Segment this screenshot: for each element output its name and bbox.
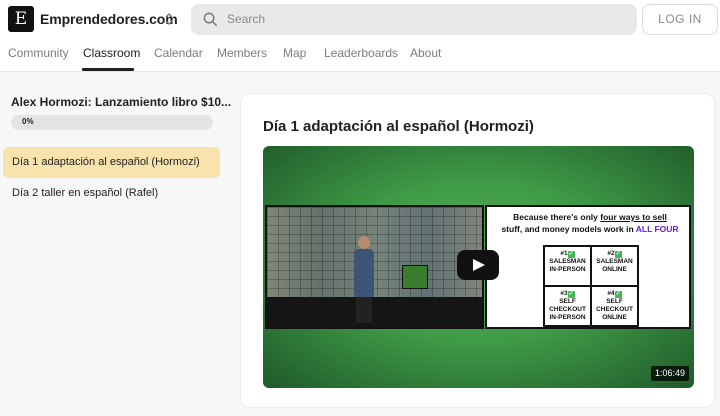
grid-cell: #2✓ SALESMAN ONLINE <box>591 246 638 286</box>
tab-map[interactable]: Map <box>283 46 306 60</box>
video-player[interactable]: Because there's only four ways to sell s… <box>263 146 694 388</box>
chevron-up-down-icon[interactable] <box>163 11 175 27</box>
grid-cell: #4✓ SELF CHECKOUT ONLINE <box>591 286 638 326</box>
check-icon: ✓ <box>567 251 575 258</box>
lesson-content-card: Día 1 adaptación al español (Hormozi) Be… <box>240 93 715 408</box>
tab-about[interactable]: About <box>410 46 441 60</box>
progress-percent: 0% <box>22 117 34 126</box>
search-input[interactable]: Search <box>191 4 637 35</box>
speaker-legs <box>356 297 372 323</box>
lesson-item-day-1[interactable]: Día 1 adaptación al español (Hormozi) <box>3 147 220 178</box>
tab-members[interactable]: Members <box>217 46 267 60</box>
video-duration: 1:06:49 <box>651 366 690 381</box>
video-thumbnail-stage-image <box>265 205 484 329</box>
grid-cell: #3✓ SELF CHECKOUT IN-PERSON <box>544 286 591 326</box>
zoom-participants-wall <box>267 207 482 297</box>
tab-calendar[interactable]: Calendar <box>154 46 203 60</box>
login-button[interactable]: LOG IN <box>642 4 718 35</box>
check-icon: ✓ <box>567 291 575 298</box>
tab-classroom[interactable]: Classroom <box>83 46 140 60</box>
stage-floor <box>267 297 482 327</box>
speaker-head <box>358 236 370 249</box>
video-slide: Because there's only four ways to sell s… <box>485 205 691 329</box>
site-name[interactable]: Emprendedores.com <box>40 11 178 27</box>
slide-headline: Because there's only four ways to sell s… <box>501 212 679 234</box>
check-icon: ✓ <box>614 251 622 258</box>
tab-leaderboards[interactable]: Leaderboards <box>324 46 398 60</box>
lesson-item-day-2[interactable]: Día 2 taller en español (Rafel) <box>3 178 220 209</box>
grid-cell: #1✓ SALESMAN IN-PERSON <box>544 246 591 286</box>
search-icon <box>203 12 218 27</box>
active-tab-indicator <box>82 68 134 71</box>
play-icon[interactable] <box>457 250 499 280</box>
top-header: E Emprendedores.com Search LOG IN Commun… <box>0 0 720 72</box>
lesson-title: Día 1 adaptación al español (Hormozi) <box>263 118 534 135</box>
stage-monitor <box>402 265 428 289</box>
course-progress-bar: 0% <box>11 115 213 130</box>
check-icon: ✓ <box>614 291 622 298</box>
four-ways-grid: #1✓ SALESMAN IN-PERSON #2✓ SALESMAN ONLI… <box>543 245 639 327</box>
course-title: Alex Hormozi: Lanzamiento libro $10... <box>11 95 232 109</box>
search-placeholder: Search <box>227 12 266 26</box>
site-logo[interactable]: E <box>8 6 34 32</box>
speaker-body <box>354 249 374 297</box>
tab-community[interactable]: Community <box>8 46 69 60</box>
nav-tabs: Community Classroom Calendar Members Map… <box>0 43 720 72</box>
